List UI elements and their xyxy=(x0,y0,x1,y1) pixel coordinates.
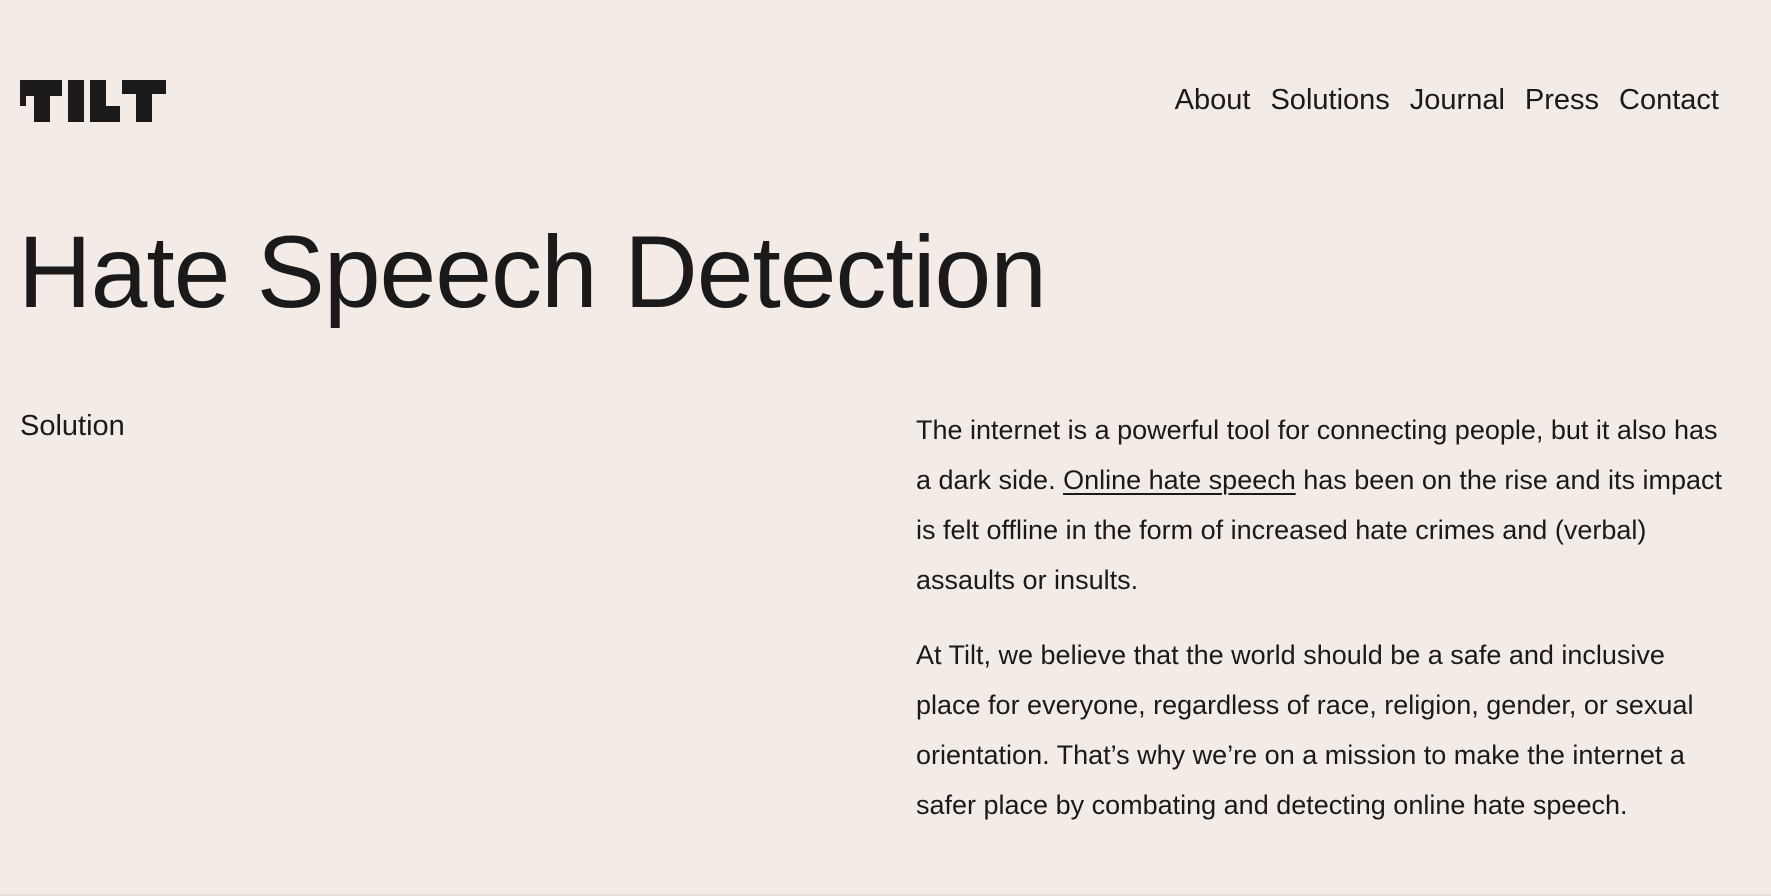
nav-about[interactable]: About xyxy=(1175,82,1251,118)
main-nav: About Solutions Journal Press Contact xyxy=(1175,82,1719,118)
body-content: The internet is a powerful tool for conn… xyxy=(916,405,1726,855)
nav-press[interactable]: Press xyxy=(1525,82,1599,118)
nav-contact[interactable]: Contact xyxy=(1619,82,1719,118)
page: About Solutions Journal Press Contact Ha… xyxy=(0,0,1771,896)
nav-journal[interactable]: Journal xyxy=(1410,82,1505,118)
online-hate-speech-link[interactable]: Online hate speech xyxy=(1063,465,1296,495)
mission-paragraph: At Tilt, we believe that the world shoul… xyxy=(916,640,1694,820)
intro-paragraph: The internet is a powerful tool for conn… xyxy=(916,405,1726,605)
section-label: Solution xyxy=(20,410,125,442)
tilt-wordmark-logo-icon xyxy=(20,80,166,122)
nav-solutions[interactable]: Solutions xyxy=(1270,82,1389,118)
page-title: Hate Speech Detection xyxy=(18,215,1047,329)
tilt-logo[interactable] xyxy=(20,80,166,122)
